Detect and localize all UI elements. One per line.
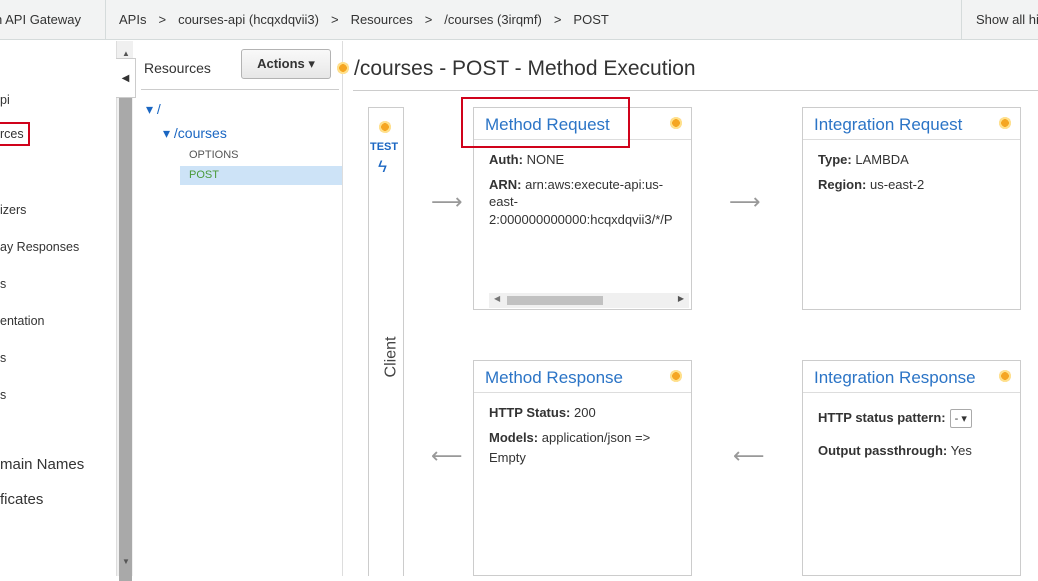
test-button[interactable]: TEST [370, 141, 398, 153]
lightning-bolt-icon[interactable]: ϟ [378, 157, 387, 177]
breadcrumb: APIs > courses-api (hcqxdqvii3) > Resources >… [119, 0, 609, 40]
breadcrumb-api[interactable]: courses-api (hcqxdqvii3) [178, 12, 319, 27]
top-bar: n API Gateway APIs > courses-api (hcqxdqvi… [0, 0, 1038, 40]
sidebar-item-authorizers[interactable]: izers [0, 203, 26, 217]
sidebar-item-custom-domain-names[interactable]: main Names [0, 456, 84, 473]
horizontal-scrollbar[interactable]: ◀ ▶ [489, 293, 689, 308]
sidebar-item-documentation[interactable]: entation [0, 314, 44, 328]
arrow-right-icon: ⟶ [729, 189, 761, 214]
breadcrumb-apis[interactable]: APIs [119, 12, 146, 27]
method-request-status-icon [670, 117, 682, 129]
caret-down-icon[interactable]: ▾ [163, 125, 170, 141]
scrollbar-thumb[interactable] [119, 97, 132, 581]
breadcrumb-resources[interactable]: Resources [351, 12, 413, 27]
passthrough-row: Output passthrough: Yes [818, 443, 972, 458]
models-row: Models: application/json => [489, 430, 651, 445]
status-pattern-row: HTTP status pattern: - ▾ [818, 409, 972, 428]
integration-request-link[interactable]: Integration Request [814, 115, 962, 135]
resources-title: Resources [144, 60, 211, 76]
type-row: Type: LAMBDA [818, 152, 909, 167]
resources-panel: Resources Actions ▾ ▾ / ▾ /courses OPTIO… [133, 41, 343, 576]
sidebar-item-usage-plans[interactable]: s [0, 388, 6, 402]
tree-method-options[interactable]: OPTIONS [189, 149, 239, 161]
scroll-right-icon[interactable]: ▶ [678, 294, 684, 303]
sidebar: pi rces izers ay Responses s entation s … [0, 41, 116, 576]
scroll-up-icon[interactable]: ▲ [122, 49, 130, 58]
scroll-left-icon[interactable]: ◀ [494, 294, 500, 303]
sidebar-item-client-certificates[interactable]: ficates [0, 491, 43, 508]
integration-request-status-icon [999, 117, 1011, 129]
integration-response-status-icon [999, 370, 1011, 382]
arrow-left-icon: ⟵ [733, 443, 765, 468]
tree-node-root[interactable]: ▾ / [146, 101, 161, 118]
sidebar-item-resources[interactable]: rces [0, 122, 30, 146]
caret-down-icon[interactable]: ▾ [146, 101, 153, 117]
page-title: /courses - POST - Method Execution [354, 57, 696, 80]
arrow-right-icon: ⟶ [431, 189, 463, 214]
sidebar-item-settings[interactable]: s [0, 351, 6, 365]
scroll-down-icon[interactable]: ▼ [122, 557, 130, 566]
method-response-box: Method Response HTTP Status: 200 Models:… [473, 360, 692, 576]
http-status-row: HTTP Status: 200 [489, 405, 596, 420]
integration-response-box: Integration Response HTTP status pattern… [802, 360, 1021, 576]
method-response-status-icon [670, 370, 682, 382]
tree-method-post[interactable]: POST [180, 166, 342, 185]
actions-button[interactable]: Actions ▾ [241, 49, 331, 79]
arn-row: ARN: arn:aws:execute-api:us- [489, 177, 664, 192]
models-row-cont: Empty [489, 450, 526, 465]
method-execution-panel: /courses - POST - Method Execution TEST … [337, 41, 1038, 576]
region-row: Region: us-east-2 [818, 177, 925, 192]
method-response-link[interactable]: Method Response [485, 368, 623, 388]
auth-row: Auth: NONE [489, 152, 565, 167]
arn-row-cont: east- [489, 194, 518, 209]
sidebar-item-gateway-responses[interactable]: ay Responses [0, 240, 79, 254]
sidebar-scrollbar[interactable]: ▲ ▼ [116, 41, 133, 581]
arn-row-cont: 2:000000000000:hcqxdqvii3/*/P [489, 212, 673, 227]
status-pattern-select[interactable]: - ▾ [949, 409, 972, 428]
status-indicator-icon [337, 62, 349, 74]
scrollbar-thumb[interactable] [507, 296, 603, 305]
highlight-box [461, 97, 630, 148]
arrow-left-icon: ⟵ [431, 443, 463, 468]
client-column: TEST ϟ Client [368, 107, 404, 576]
client-indicator-icon [379, 121, 391, 133]
breadcrumb-separator: > [424, 12, 433, 27]
divider [141, 89, 339, 90]
sidebar-item-api[interactable]: pi [0, 93, 10, 107]
integration-response-link[interactable]: Integration Response [814, 368, 976, 388]
breadcrumb-method: POST [573, 12, 609, 27]
breadcrumb-separator: > [553, 12, 562, 27]
breadcrumb-separator: > [158, 12, 167, 27]
client-label: Client [382, 336, 400, 378]
tree-node-courses[interactable]: ▾ /courses [163, 125, 227, 142]
show-all-hints-button[interactable]: Show all hi [961, 0, 1038, 40]
divider [353, 90, 1038, 91]
sidebar-item-models[interactable]: s [0, 277, 6, 291]
breadcrumb-resource[interactable]: /courses (3irqmf) [444, 12, 542, 27]
service-name[interactable]: n API Gateway [0, 0, 106, 40]
breadcrumb-separator: > [330, 12, 339, 27]
integration-request-box: Integration Request Type: LAMBDA Region:… [802, 107, 1021, 310]
